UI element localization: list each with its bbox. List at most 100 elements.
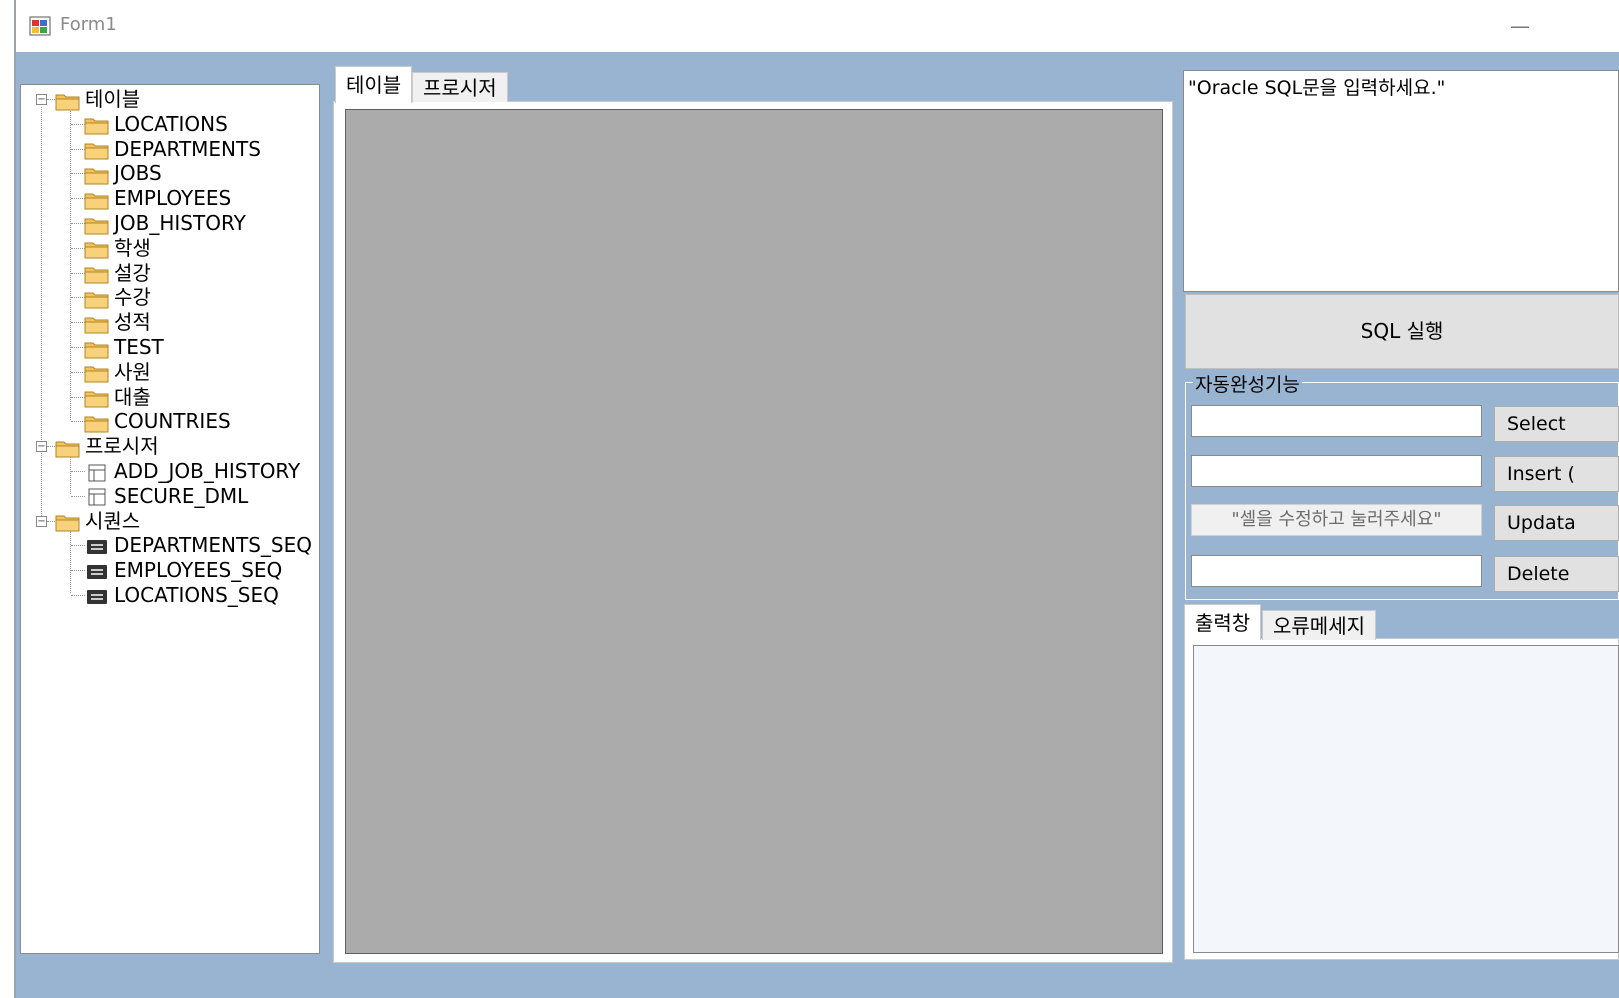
tree-connector [71, 123, 85, 125]
data-grid-view[interactable] [345, 109, 1163, 954]
tree-child-node[interactable]: COUNTRIES [84, 409, 231, 434]
tab-output[interactable]: 출력창 [1184, 604, 1262, 640]
output-textbox[interactable] [1193, 645, 1619, 953]
tree-child-node[interactable]: DEPARTMENTS_SEQ [84, 534, 312, 556]
object-tree-view[interactable]: − 테이블 LOCATIONS DEPARTMENTS JOBS EMPLOYEES JOB… [20, 84, 320, 954]
folder-icon [84, 112, 110, 136]
tree-child-node[interactable]: LOCATIONS [84, 113, 228, 135]
tree-node-label: ADD_JOB_HISTORY [114, 459, 301, 483]
tree-node-label: 학생 [114, 235, 151, 260]
tree-child-node[interactable]: JOB_HISTORY [84, 212, 246, 234]
tree-node-label: LOCATIONS_SEQ [114, 583, 279, 607]
update-hint-field: "셀을 수정하고 눌러주세요" [1191, 504, 1482, 536]
sequence-icon [84, 583, 110, 607]
insert-button[interactable]: Insert ( [1494, 456, 1619, 492]
sequence-icon [84, 533, 110, 557]
delete-button[interactable]: Delete [1494, 556, 1619, 592]
folder-icon [84, 409, 110, 433]
tree-node-label: 성적 [114, 310, 151, 335]
tree-connector [71, 347, 85, 348]
tree-node-label: LOCATIONS [114, 111, 228, 136]
tree-connector [71, 595, 85, 596]
folder-icon [84, 186, 110, 210]
minimize-button[interactable]: — [1500, 12, 1540, 40]
sql-input[interactable]: "Oracle SQL문을 입력하세요." [1183, 70, 1619, 292]
tree-group-node[interactable]: 시퀀스 [55, 510, 140, 532]
folder-icon [84, 285, 110, 309]
folder-icon [84, 236, 110, 260]
tree-group-node[interactable]: 프로시저 [55, 434, 159, 459]
tree-child-node[interactable]: DEPARTMENTS [84, 138, 261, 160]
expander-icon[interactable]: − [36, 94, 47, 105]
tree-connector [70, 457, 71, 494]
tree-child-node[interactable]: 수강 [84, 285, 151, 309]
tree-node-label: COUNTRIES [114, 409, 231, 434]
tree-connector [71, 148, 85, 150]
tree-node-label: 시퀀스 [85, 508, 141, 533]
tree-connector [71, 198, 85, 200]
update-button[interactable]: Updata [1494, 505, 1619, 541]
tree-node-label: EMPLOYEES_SEQ [114, 558, 283, 583]
app-icon [29, 15, 51, 37]
tree-node-label: 테이블 [85, 87, 141, 111]
tree-child-node[interactable]: LOCATIONS_SEQ [84, 584, 279, 606]
tree-connector [71, 545, 85, 547]
tree-child-node[interactable]: 성적 [84, 310, 151, 335]
folder-icon [84, 161, 110, 185]
select-field[interactable] [1191, 405, 1482, 437]
tree-connector [71, 396, 85, 398]
tree-node-label: 대출 [114, 384, 151, 409]
tree-node-label: DEPARTMENTS [114, 136, 261, 161]
procedure-icon [84, 484, 110, 508]
tree-child-node[interactable]: SECURE_DML [84, 485, 248, 507]
tree-child-node[interactable]: 대출 [84, 386, 151, 408]
tree-connector [70, 531, 71, 593]
tree-node-label: DEPARTMENTS_SEQ [114, 533, 312, 558]
procedure-icon [84, 459, 110, 483]
title-bar[interactable] [14, 0, 1619, 52]
tree-child-node[interactable]: TEST [84, 336, 164, 358]
tree-connector [41, 107, 42, 520]
folder-icon [55, 509, 81, 533]
tree-connector [71, 421, 85, 423]
folder-icon [55, 434, 81, 458]
expander-icon[interactable]: − [36, 515, 47, 527]
tab-table[interactable]: 테이블 [335, 66, 413, 103]
tree-connector [47, 446, 55, 448]
tree-child-node[interactable]: 설강 [84, 262, 151, 284]
tree-connector [71, 173, 85, 175]
tree-child-node[interactable]: 학생 [84, 237, 151, 259]
folder-icon [84, 137, 110, 161]
tree-child-node[interactable]: EMPLOYEES_SEQ [84, 559, 282, 581]
window-title: Form1 [60, 14, 117, 35]
delete-field[interactable] [1191, 555, 1482, 587]
tree-connector [71, 471, 85, 472]
tree-child-node[interactable]: ADD_JOB_HISTORY [84, 460, 300, 482]
folder-icon [84, 360, 110, 384]
tab-procedure[interactable]: 프로시저 [412, 72, 508, 102]
insert-field[interactable] [1191, 455, 1482, 487]
tree-node-label: 설강 [114, 260, 151, 285]
autocomplete-legend: 자동완성기능 [1193, 370, 1302, 397]
tree-connector [71, 570, 85, 572]
tree-node-label: 프로시저 [85, 434, 159, 459]
tree-connector [71, 322, 85, 324]
tree-node-label: TEST [114, 335, 164, 359]
folder-icon [55, 87, 81, 111]
tree-connector [71, 495, 85, 497]
tree-child-node[interactable]: JOBS [84, 161, 162, 185]
folder-icon [84, 335, 110, 359]
tree-child-node[interactable]: EMPLOYEES [84, 186, 231, 210]
tab-error-message[interactable]: 오류메세지 [1262, 610, 1376, 640]
tree-connector [47, 99, 55, 100]
tree-connector [71, 272, 85, 274]
sql-run-button[interactable]: SQL 실행 [1185, 294, 1619, 369]
expander-icon[interactable]: − [36, 441, 47, 453]
select-button[interactable]: Select [1494, 406, 1619, 442]
tree-group-node[interactable]: 테이블 [55, 88, 140, 110]
folder-icon [84, 261, 110, 285]
tree-node-label: SECURE_DML [114, 483, 249, 508]
tree-node-label: 사원 [114, 359, 151, 384]
tree-child-node[interactable]: 사원 [84, 361, 151, 383]
tree-connector [71, 223, 85, 224]
